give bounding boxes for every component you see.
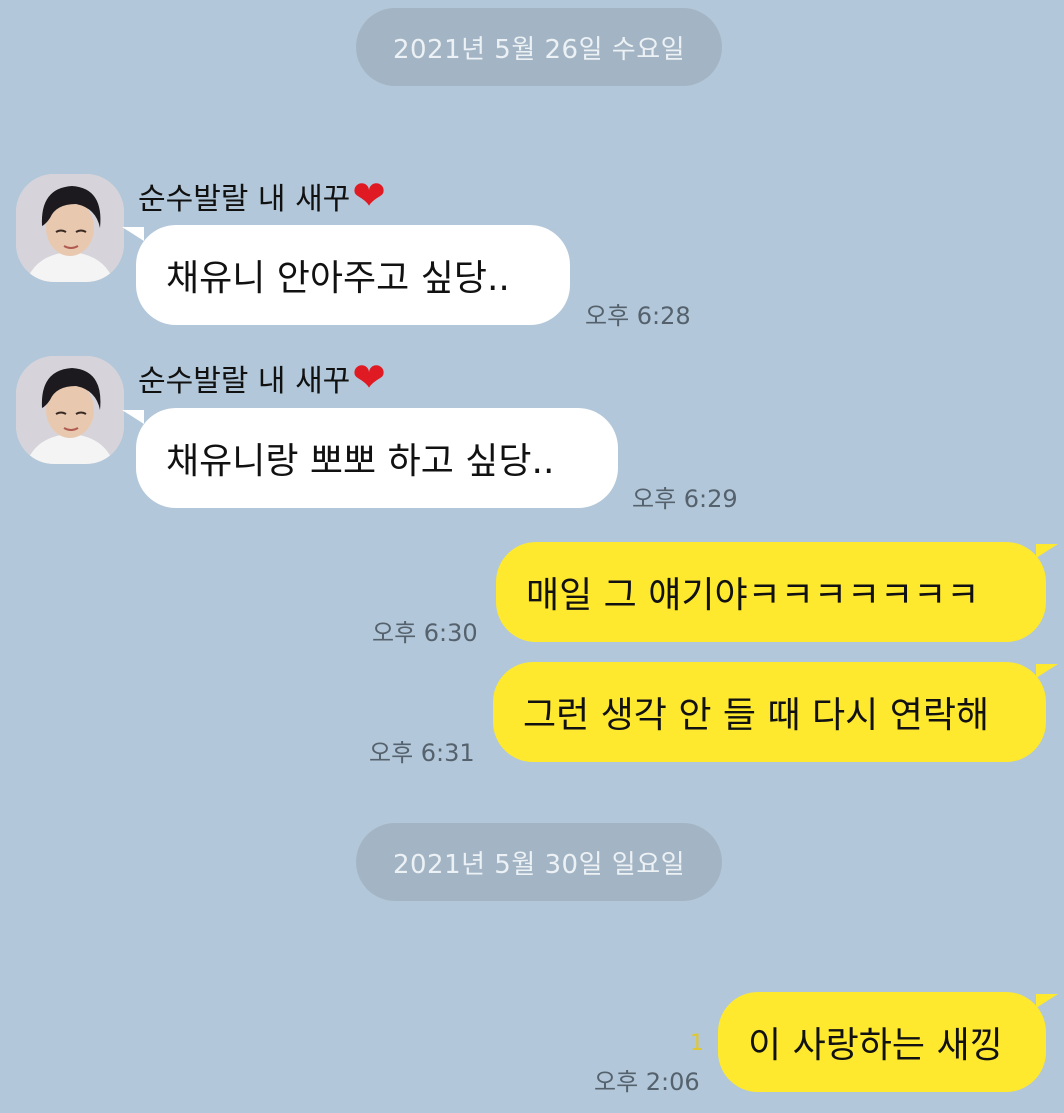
sender-avatar[interactable] [16, 174, 124, 282]
date-separator: 2021년 5월 26일 수요일 [356, 8, 722, 86]
message-bubble-sent[interactable]: 그런 생각 안 들 때 다시 연락해 [493, 662, 1058, 762]
sender-name-text: 순수발랄 내 새꾸 [138, 182, 351, 217]
date-label: 2021년 5월 26일 수요일 [392, 34, 686, 65]
bubble-tail [1036, 544, 1058, 558]
message-time: 오후 6:29 [632, 485, 738, 513]
heart-icon: ❤ [352, 355, 386, 401]
bubble-tail [1036, 994, 1058, 1008]
unread-count: 1 [690, 1031, 704, 1056]
profile-photo-icon [16, 356, 124, 464]
message-time: 오후 6:31 [369, 739, 475, 767]
message-bubble-received[interactable]: 채유니랑 뽀뽀 하고 싶당.. [122, 408, 618, 508]
bubble-tail [122, 410, 144, 424]
date-separator: 2021년 5월 30일 일요일 [356, 823, 722, 901]
sender-avatar[interactable] [16, 356, 124, 464]
bubble-tail [122, 227, 144, 241]
bubble-tail [1036, 664, 1058, 678]
message-text: 매일 그 얘기야ㅋㅋㅋㅋㅋㅋㅋ [526, 575, 980, 616]
sender-name: 순수발랄 내 새꾸 ❤ [138, 174, 386, 218]
message-text: 그런 생각 안 들 때 다시 연락해 [523, 695, 990, 736]
message-time: 오후 6:30 [372, 619, 478, 647]
message-bubble-received[interactable]: 채유니 안아주고 싶당.. [122, 225, 570, 325]
heart-icon: ❤ [352, 173, 386, 219]
date-label: 2021년 5월 30일 일요일 [392, 849, 686, 880]
sender-name-text: 순수발랄 내 새꾸 [138, 364, 351, 399]
message-text: 채유니랑 뽀뽀 하고 싶당.. [166, 441, 555, 482]
message-bubble-sent[interactable]: 이 사랑하는 새낑 [718, 992, 1058, 1092]
message-text: 이 사랑하는 새낑 [748, 1025, 1003, 1066]
message-text: 채유니 안아주고 싶당.. [166, 258, 510, 299]
message-time: 오후 2:06 [594, 1068, 700, 1096]
profile-photo-icon [16, 174, 124, 282]
sender-name: 순수발랄 내 새꾸 ❤ [138, 356, 386, 400]
message-bubble-sent[interactable]: 매일 그 얘기야ㅋㅋㅋㅋㅋㅋㅋ [496, 542, 1058, 642]
message-time: 오후 6:28 [585, 302, 691, 330]
